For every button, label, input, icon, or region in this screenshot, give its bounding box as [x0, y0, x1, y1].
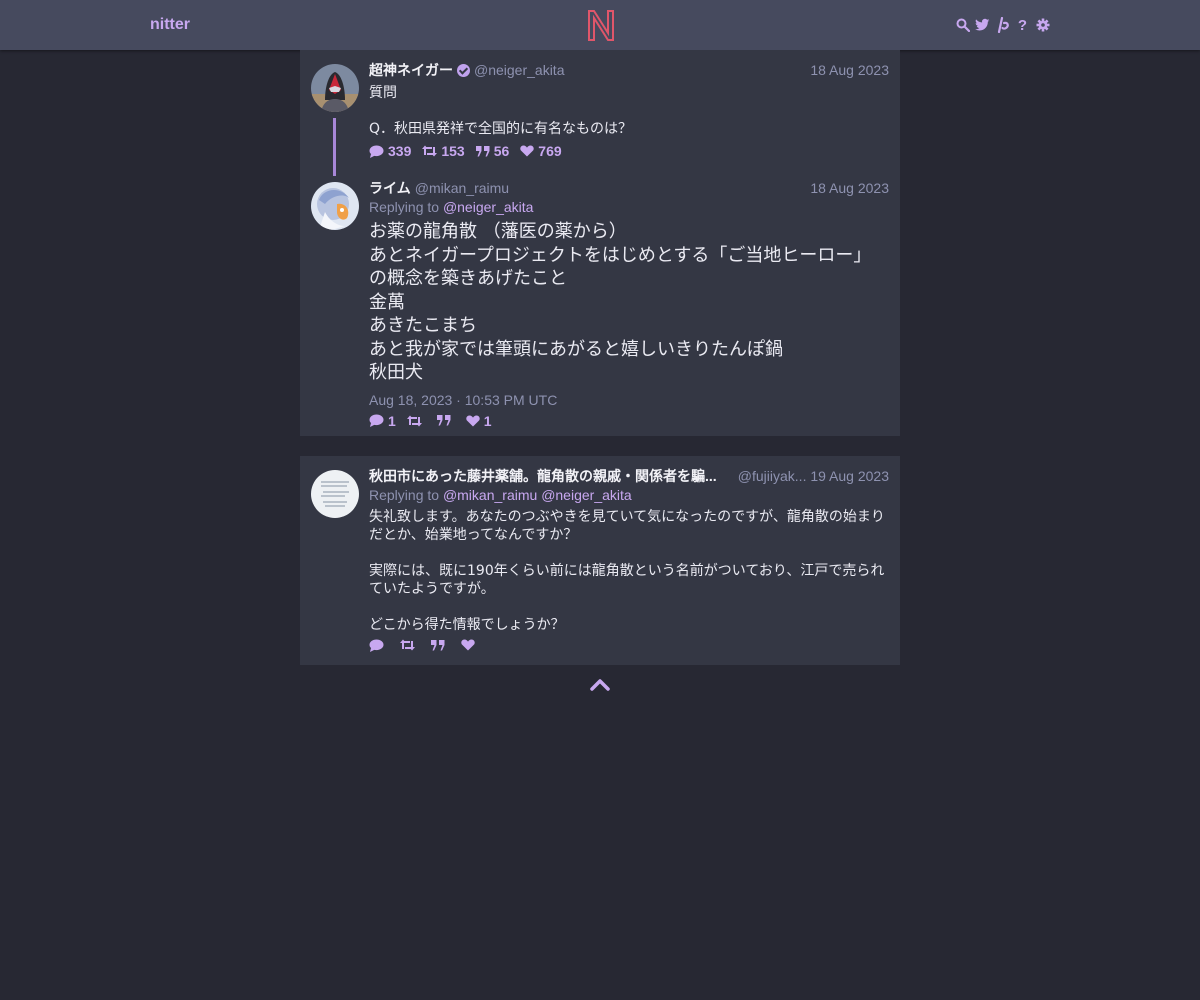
tweet-stats: 1 1 [369, 411, 889, 431]
reply-mention-link[interactable]: @neiger_akita [443, 199, 534, 215]
rss-icon[interactable] [995, 17, 1010, 33]
tweet-stats: 339 153 56 769 [369, 141, 889, 161]
comment-icon [369, 639, 384, 652]
twitter-icon[interactable] [975, 17, 990, 33]
tweet-date[interactable]: 18 Aug 2023 [810, 178, 889, 198]
tweet-body: ライム @mikan_raimu 18 Aug 2023 Replying to … [369, 178, 889, 431]
nav-icons: ? [955, 0, 1050, 50]
replying-to: Replying to @mikan_raimu @neiger_akita [369, 486, 889, 505]
search-icon[interactable] [955, 17, 970, 33]
quote-stat[interactable] [431, 639, 449, 651]
retweet-icon [406, 415, 422, 426]
quote-count: 56 [493, 143, 510, 159]
replies-section: 秋田市にあった藤井薬舗。龍角散の親戚・関係者を騙... @fujiiyak...… [300, 456, 900, 665]
quote-icon [475, 145, 490, 156]
avatar[interactable] [311, 470, 359, 518]
thread-line [333, 118, 336, 176]
quote-icon [431, 639, 445, 650]
tweet-content: 失礼致します。あなたのつぶやきを見ていて気になったのですが、龍角散の始まりだとか… [369, 509, 885, 633]
help-icon[interactable]: ? [1015, 17, 1030, 34]
like-count: 769 [538, 143, 562, 159]
like-count: 1 [483, 412, 492, 429]
like-stat[interactable] [461, 639, 479, 651]
reply-count: 339 [388, 143, 412, 159]
back-to-top-icon[interactable] [590, 676, 610, 692]
verified-icon [457, 64, 470, 77]
tweet-published[interactable]: Aug 18, 2023 · 10:53 PM UTC [369, 389, 889, 411]
comment-icon [369, 414, 384, 427]
username[interactable]: @mikan_raimu [415, 180, 509, 196]
tweet-item[interactable]: 秋田市にあった藤井薬舗。龍角散の親戚・関係者を騙... @fujiiyak...… [300, 466, 900, 658]
like-stat[interactable]: 1 [466, 413, 492, 429]
nitter-home-link[interactable]: nitter [150, 0, 190, 50]
tweet-header: 秋田市にあった藤井薬舗。龍角散の親戚・関係者を騙... @fujiiyak...… [369, 466, 889, 486]
settings-icon[interactable] [1035, 17, 1050, 33]
retweet-icon [400, 639, 415, 651]
quote-icon [436, 415, 451, 426]
heart-icon [520, 145, 534, 157]
tweet-stats [369, 635, 889, 655]
comment-icon [369, 145, 384, 158]
reply-count: 1 [388, 412, 396, 429]
retweet-stat[interactable] [400, 639, 419, 651]
reply-mention-link[interactable]: @neiger_akita [541, 487, 632, 503]
avatar[interactable] [311, 182, 359, 230]
tweet-body: 秋田市にあった藤井薬舗。龍角散の親戚・関係者を騙... @fujiiyak...… [369, 466, 889, 655]
tweet-content: 質問 Q．秋田県発祥で全国的に有名なものは？ [369, 85, 633, 137]
tweet-header: 超神ネイガー @neiger_akita 18 Aug 2023 [369, 60, 889, 80]
username[interactable]: @fujiiyak... [738, 468, 807, 484]
tweet-body: 超神ネイガー @neiger_akita 18 Aug 2023 質問 Q．秋田県… [369, 60, 889, 161]
quote-stat[interactable]: 56 [475, 143, 510, 159]
tweet-content: お薬の龍角散 （藩医の薬から） あとネイガープロジェクトをはじめとする「ご当地ヒ… [369, 221, 872, 383]
like-stat[interactable]: 769 [520, 143, 562, 159]
reply-stat[interactable]: 339 [369, 143, 411, 159]
reply-mention-link[interactable]: @mikan_raimu [443, 487, 537, 503]
heart-icon [461, 639, 475, 651]
reply-stat[interactable]: 1 [369, 413, 396, 429]
retweet-stat[interactable] [406, 415, 426, 427]
replying-prefix: Replying to [369, 199, 440, 215]
fullname[interactable]: ライム [369, 180, 411, 196]
tweet-date: @fujiiyak... 19 Aug 2023 [734, 466, 889, 486]
tweet-header: ライム @mikan_raimu 18 Aug 2023 [369, 178, 889, 198]
tweet-item[interactable]: 超神ネイガー @neiger_akita 18 Aug 2023 質問 Q．秋田県… [300, 60, 900, 170]
tweet-item[interactable]: ライム @mikan_raimu 18 Aug 2023 Replying to … [300, 178, 900, 431]
navbar: nitter ? [0, 0, 1200, 50]
retweet-stat[interactable]: 153 [422, 143, 465, 159]
retweet-count: 153 [441, 143, 465, 159]
tweet-date[interactable]: 18 Aug 2023 [810, 60, 889, 80]
reply-stat[interactable] [369, 639, 388, 652]
heart-icon [466, 415, 480, 426]
fullname[interactable]: 秋田市にあった藤井薬舗。龍角散の親戚・関係者を騙... [369, 468, 717, 484]
replying-to: Replying to @neiger_akita [369, 198, 889, 217]
nitter-logo-icon[interactable] [586, 8, 616, 42]
quote-stat[interactable] [436, 415, 455, 426]
retweet-icon [422, 145, 438, 157]
fullname[interactable]: 超神ネイガー [369, 62, 453, 78]
avatar[interactable] [311, 64, 359, 112]
replying-prefix: Replying to [369, 487, 440, 503]
tweet-date-text[interactable]: 19 Aug 2023 [810, 468, 889, 484]
main-thread: 超神ネイガー @neiger_akita 18 Aug 2023 質問 Q．秋田県… [300, 50, 900, 436]
username[interactable]: @neiger_akita [474, 62, 565, 78]
